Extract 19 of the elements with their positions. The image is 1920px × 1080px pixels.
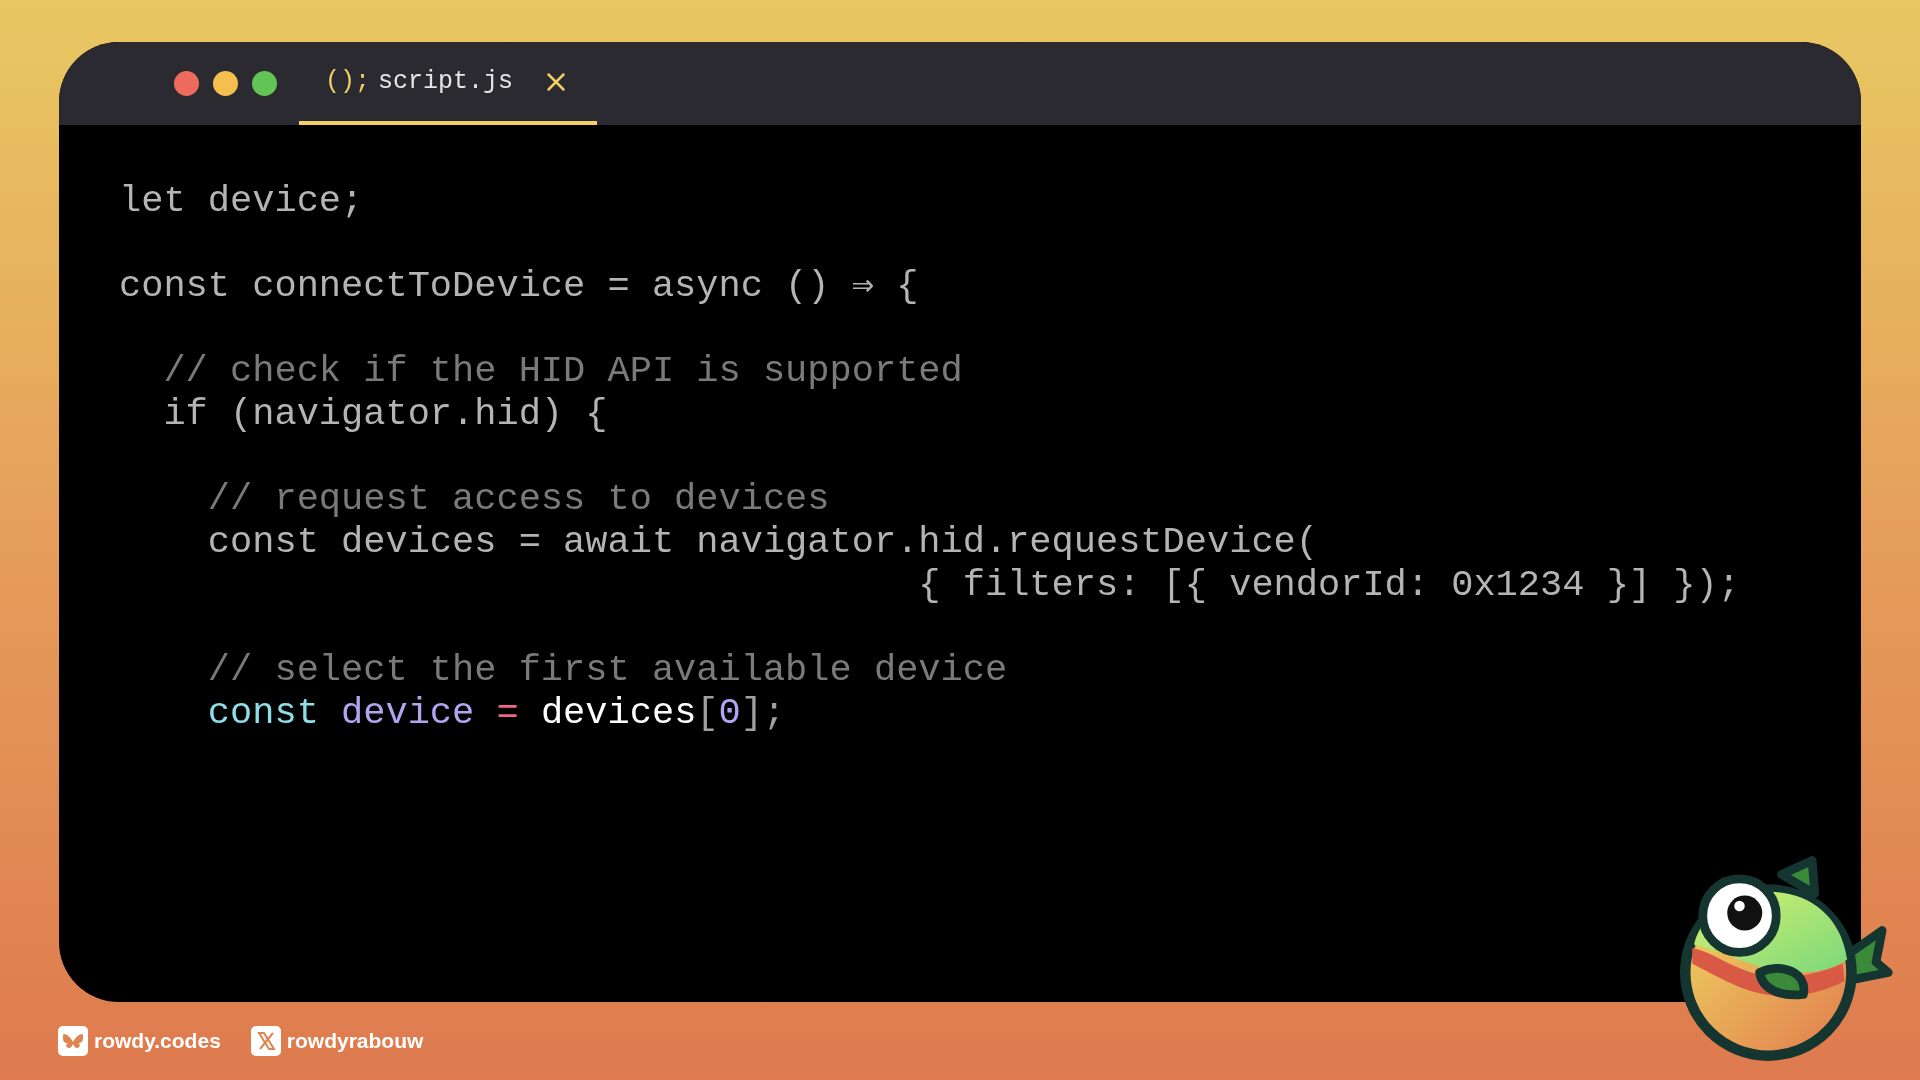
code-line: const device = devices[0]; [206, 692, 786, 735]
social-link[interactable]: rowdyrabouw [250, 1025, 424, 1057]
minimize-window-button[interactable] [213, 71, 238, 96]
code-line: if (navigator.hid) { [162, 393, 608, 436]
x-logo-icon [250, 1025, 281, 1056]
code-line: const devices = await navigator.hid.requestDevice( [206, 521, 1318, 564]
maximize-window-button[interactable] [252, 71, 277, 96]
code-line: // check if the HID API is supported [162, 350, 963, 393]
code-line: { filters: [{ vendorId: 0x1234 }] }); [917, 564, 1740, 607]
file-tab[interactable]: (); script.js [299, 42, 598, 125]
code-line: let device; [119, 180, 364, 223]
file-type-label: (); [325, 65, 370, 98]
social-link[interactable]: rowdy.codes [58, 1025, 221, 1057]
code-line: const connectToDevice = async () ⇒ { [119, 265, 919, 308]
tab-label: script.js [378, 65, 514, 98]
butterfly-icon [58, 1025, 88, 1056]
close-window-button[interactable] [174, 71, 199, 96]
code-line: // request access to devices [206, 478, 830, 521]
code-line: // select the first available device [206, 649, 1008, 692]
